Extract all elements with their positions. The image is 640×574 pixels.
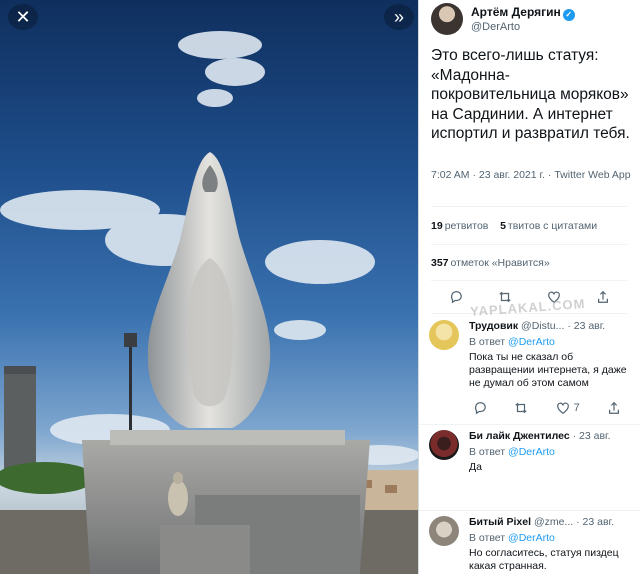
close-icon: ✕ (15, 6, 31, 27)
reply-header: Трудовик @Distu... · 23 авг. (469, 320, 606, 332)
reply-text: Но согласитесь, статуя пиздец какая стра… (469, 547, 619, 572)
reply-text: Да (469, 461, 482, 473)
retweets-stat[interactable]: 19 ретвитов (431, 220, 488, 232)
reply-icon (474, 402, 486, 415)
reply-actions: 7 (459, 398, 635, 418)
heart-icon (556, 402, 569, 414)
author-handle[interactable]: @DerArto (471, 21, 520, 33)
tweet-panel: Артём Дерягин ✓ @DerArto Это всего-лишь с… (419, 0, 640, 574)
likes-stat[interactable]: 357 отметок «Нравится» (431, 257, 550, 269)
retweet-icon (515, 402, 527, 414)
tweet-text: Это всего-лишь статуя: «Мадонна-покровит… (431, 47, 630, 142)
avatar[interactable] (429, 516, 459, 546)
divider (419, 510, 640, 511)
avatar[interactable] (429, 320, 459, 350)
retweet-quote-stats: 19 ретвитов 5 твитов с цитатами (431, 220, 597, 232)
divider (419, 424, 640, 425)
reply-item[interactable]: Трудовик @Distu... · 23 авг. В ответ @De… (419, 316, 640, 424)
reply-item[interactable]: Битый Pixel @zme... · 23 авг. В ответ @D… (419, 512, 640, 574)
tweet-meta[interactable]: 7:02 AM · 23 авг. 2021 г. · Twitter Web … (431, 168, 631, 182)
avatar[interactable] (429, 430, 459, 460)
reply-icon (450, 291, 462, 304)
reply-item[interactable]: Би лайк Джентилес · 23 авг. В ответ @Der… (419, 426, 640, 510)
reply-header: Битый Pixel @zme... · 23 авг. (469, 516, 615, 528)
reply-button[interactable] (449, 290, 463, 304)
share-icon (609, 401, 620, 414)
reply-button[interactable] (473, 401, 487, 415)
reply-context: В ответ @DerArto (469, 446, 555, 458)
share-button[interactable] (607, 401, 621, 415)
reply-context: В ответ @DerArto (469, 532, 555, 544)
photo-viewer: ✕ » (0, 0, 418, 574)
like-button[interactable]: 7 (556, 401, 580, 415)
tweet-author[interactable]: Артём Дерягин ✓ @DerArto (431, 3, 636, 39)
share-icon (597, 290, 608, 303)
mention-link[interactable]: @DerArto (508, 532, 555, 544)
like-count: 7 (573, 402, 580, 414)
statue-photo (0, 31, 418, 574)
mention-link[interactable]: @DerArto (508, 446, 555, 458)
reply-text: Пока ты не сказал об развращении интерне… (469, 351, 627, 389)
reply-header: Би лайк Джентилес · 23 авг. (469, 430, 611, 442)
avatar[interactable] (431, 3, 463, 35)
share-button[interactable] (596, 290, 610, 304)
verified-badge-icon: ✓ (562, 9, 575, 21)
retweet-button[interactable] (514, 401, 528, 415)
collapse-panel-button[interactable]: » (384, 4, 414, 30)
author-name[interactable]: Артём Дерягин ✓ (471, 5, 575, 21)
divider (431, 244, 627, 245)
close-button[interactable]: ✕ (8, 4, 38, 30)
chevrons-right-icon: » (393, 6, 404, 27)
quotes-stat[interactable]: 5 твитов с цитатами (500, 220, 597, 232)
reply-context: В ответ @DerArto (469, 336, 555, 348)
mention-link[interactable]: @DerArto (508, 336, 555, 348)
divider (431, 280, 627, 281)
divider (431, 206, 627, 207)
